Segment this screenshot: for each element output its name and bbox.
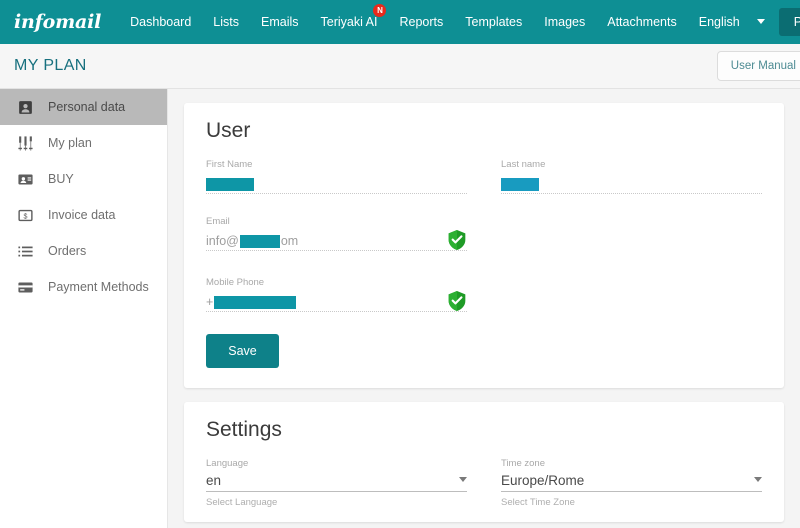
- sidebar-item-label: BUY: [48, 172, 74, 186]
- new-badge: N: [373, 4, 387, 17]
- phone-row: Mobile Phone +: [206, 277, 762, 330]
- green-shield-check-icon: [447, 229, 467, 251]
- language-select-field[interactable]: Language en Select Language: [206, 458, 467, 508]
- redaction-bar: [501, 178, 539, 191]
- nav-item-images[interactable]: Images: [533, 0, 596, 44]
- last-name-value: [501, 178, 539, 191]
- nav-item-attachments[interactable]: Attachments: [596, 0, 687, 44]
- nav-label: Attachments: [607, 15, 677, 29]
- timezone-select-field[interactable]: Time zone Europe/Rome Select Time Zone: [501, 458, 762, 508]
- sidebar-item-label: My plan: [48, 136, 92, 150]
- sidebar-item-payment-methods[interactable]: Payment Methods: [0, 269, 167, 305]
- first-name-input[interactable]: [206, 174, 467, 194]
- timezone-value: Europe/Rome: [501, 473, 585, 488]
- page-header: MY PLAN User Manual: [0, 44, 800, 89]
- nav-label: Templates: [465, 15, 523, 29]
- chevron-down-icon[interactable]: [459, 476, 467, 482]
- nav-label: Emails: [261, 15, 299, 29]
- svg-text:$: $: [23, 212, 27, 220]
- first-name-value: [206, 178, 254, 191]
- nav-label: English: [698, 15, 740, 29]
- language-value: en: [206, 473, 222, 488]
- page-body: Personal data My plan BUY $ Invoice data…: [0, 89, 800, 528]
- nav-item-lists[interactable]: Lists: [202, 0, 250, 44]
- page-title: MY PLAN: [14, 57, 87, 74]
- nav-label: Teriyaki AI: [320, 15, 378, 29]
- email-prefix: info@: [206, 234, 239, 248]
- last-name-field[interactable]: Last name: [501, 159, 762, 194]
- nav-label: Images: [544, 15, 586, 29]
- phone-row-spacer: [501, 277, 762, 312]
- sidebar-item-invoice-data[interactable]: $ Invoice data: [0, 197, 167, 233]
- profile-button[interactable]: Profile: [778, 8, 800, 36]
- email-label: Email: [206, 216, 230, 227]
- settings-card-title: Settings: [206, 418, 282, 441]
- chevron-down-icon[interactable]: [754, 476, 762, 482]
- sliders-icon: [14, 132, 36, 154]
- main-content: User First Name Last name Email info@ om…: [168, 89, 800, 528]
- sidebar-item-orders[interactable]: Orders: [0, 233, 167, 269]
- nav-item-templates[interactable]: Templates: [454, 0, 533, 44]
- redaction-bar: [214, 295, 297, 309]
- user-card: User First Name Last name Email info@ om…: [184, 103, 784, 388]
- email-row-spacer: [501, 216, 762, 251]
- language-label: Language: [206, 458, 249, 469]
- sidebar-item-personal-data[interactable]: Personal data: [0, 89, 167, 125]
- sidebar-item-buy[interactable]: BUY: [0, 161, 167, 197]
- nav-item-dashboard[interactable]: Dashboard: [119, 0, 202, 44]
- email-input[interactable]: info@ om: [206, 231, 467, 251]
- nav-label: Dashboard: [130, 15, 192, 29]
- sidebar-item-label: Personal data: [48, 100, 126, 114]
- nav-item-emails[interactable]: Emails: [250, 0, 310, 44]
- timezone-select[interactable]: Europe/Rome: [501, 473, 762, 492]
- name-row: First Name Last name: [206, 159, 762, 216]
- language-hint: Select Language: [206, 497, 278, 508]
- infomail-logo[interactable]: infomail: [14, 11, 101, 33]
- first-name-label: First Name: [206, 159, 253, 170]
- settings-row: Language en Select Language Time zone Eu…: [206, 458, 762, 508]
- nav-item-teriyaki-ai[interactable]: Teriyaki AI N: [310, 0, 389, 44]
- id-card-icon: [14, 168, 36, 190]
- user-manual-button[interactable]: User Manual: [716, 51, 800, 81]
- nav-item-language[interactable]: English: [688, 0, 751, 44]
- mobile-phone-field[interactable]: Mobile Phone +: [206, 277, 467, 312]
- redaction-bar: [239, 234, 280, 248]
- sidebar-item-my-plan[interactable]: My plan: [0, 125, 167, 161]
- credit-card-icon: [14, 276, 36, 298]
- email-suffix: om: [280, 234, 299, 248]
- sidebar-item-label: Orders: [48, 244, 87, 258]
- nav-links: Dashboard Lists Emails Teriyaki AI N Rep…: [119, 0, 800, 44]
- last-name-label: Last name: [501, 159, 546, 170]
- phone-prefix: +: [206, 295, 214, 309]
- user-card-title: User: [206, 119, 251, 142]
- sidebar-item-label: Payment Methods: [48, 280, 149, 294]
- nav-item-reports[interactable]: Reports: [388, 0, 454, 44]
- mobile-phone-value: +: [206, 295, 297, 309]
- save-button[interactable]: Save: [206, 334, 279, 368]
- language-select[interactable]: en: [206, 473, 467, 492]
- mobile-phone-label: Mobile Phone: [206, 277, 265, 288]
- redaction-bar: [206, 178, 254, 191]
- top-navbar: infomail Dashboard Lists Emails Teriyaki…: [0, 0, 800, 44]
- settings-card: Settings Language en Select Language Tim…: [184, 402, 784, 522]
- email-row: Email info@ om: [206, 216, 762, 277]
- language-chevron-down-icon[interactable]: [751, 0, 775, 44]
- email-field[interactable]: Email info@ om: [206, 216, 467, 251]
- sidebar-item-label: Invoice data: [48, 208, 116, 222]
- contact-card-icon: [14, 96, 36, 118]
- nav-label: Reports: [399, 15, 444, 29]
- timezone-hint: Select Time Zone: [501, 497, 575, 508]
- green-shield-check-icon: [447, 290, 467, 312]
- timezone-label: Time zone: [501, 458, 545, 469]
- sidebar: Personal data My plan BUY $ Invoice data…: [0, 89, 168, 528]
- last-name-input[interactable]: [501, 174, 762, 194]
- list-icon: [14, 240, 36, 262]
- email-value: info@ om: [206, 234, 298, 248]
- nav-label: Lists: [213, 15, 239, 29]
- first-name-field[interactable]: First Name: [206, 159, 467, 194]
- mobile-phone-input[interactable]: +: [206, 292, 467, 312]
- dollar-box-icon: $: [14, 204, 36, 226]
